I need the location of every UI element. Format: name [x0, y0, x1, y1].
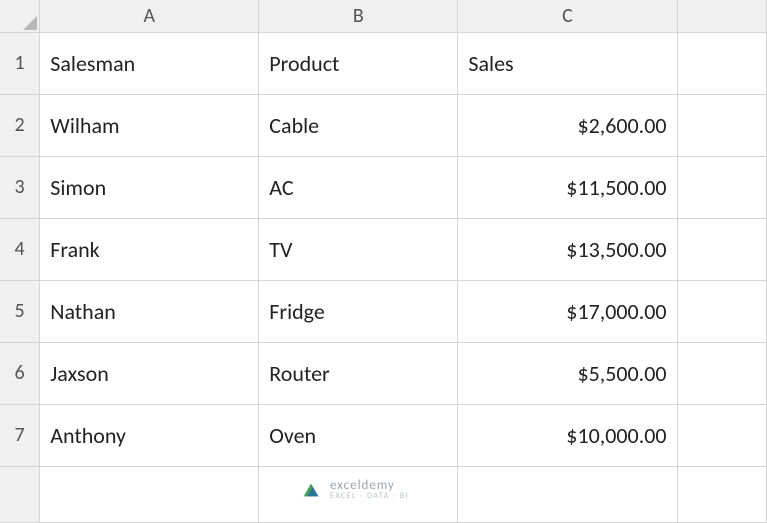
cell-a6[interactable]: Jaxson	[40, 342, 259, 404]
table-row	[0, 466, 767, 522]
cell-b8[interactable]	[259, 466, 458, 522]
cell-c4[interactable]: $13,500.00	[458, 218, 677, 280]
row-header-5[interactable]: 5	[0, 280, 40, 342]
cell-c1[interactable]: Sales	[458, 32, 677, 94]
row-header-1[interactable]: 1	[0, 32, 40, 94]
cell-c2[interactable]: $2,600.00	[458, 94, 677, 156]
cell-b1[interactable]: Product	[259, 32, 458, 94]
col-header-d[interactable]	[677, 0, 766, 32]
cell-c8[interactable]	[458, 466, 677, 522]
table-row: 1 Salesman Product Sales	[0, 32, 767, 94]
cell-d1[interactable]	[677, 32, 766, 94]
column-header-row: A B C	[0, 0, 767, 32]
cell-a3[interactable]: Simon	[40, 156, 259, 218]
cell-b3[interactable]: AC	[259, 156, 458, 218]
table-row: 2 Wilham Cable $2,600.00	[0, 94, 767, 156]
cell-d7[interactable]	[677, 404, 766, 466]
row-header-8[interactable]	[0, 466, 40, 522]
table-row: 7 Anthony Oven $10,000.00	[0, 404, 767, 466]
cell-c7[interactable]: $10,000.00	[458, 404, 677, 466]
cell-d5[interactable]	[677, 280, 766, 342]
table-row: 6 Jaxson Router $5,500.00	[0, 342, 767, 404]
cell-b2[interactable]: Cable	[259, 94, 458, 156]
table-row: 5 Nathan Fridge $17,000.00	[0, 280, 767, 342]
cell-c6[interactable]: $5,500.00	[458, 342, 677, 404]
col-header-a[interactable]: A	[40, 0, 259, 32]
table-row: 3 Simon AC $11,500.00	[0, 156, 767, 218]
cell-a8[interactable]	[40, 466, 259, 522]
cell-b7[interactable]: Oven	[259, 404, 458, 466]
row-header-3[interactable]: 3	[0, 156, 40, 218]
cell-d4[interactable]	[677, 218, 766, 280]
cell-c5[interactable]: $17,000.00	[458, 280, 677, 342]
cell-b5[interactable]: Fridge	[259, 280, 458, 342]
table-row: 4 Frank TV $13,500.00	[0, 218, 767, 280]
row-header-2[interactable]: 2	[0, 94, 40, 156]
cell-d6[interactable]	[677, 342, 766, 404]
row-header-7[interactable]: 7	[0, 404, 40, 466]
select-all-corner[interactable]	[0, 0, 40, 32]
spreadsheet-grid[interactable]: A B C 1 Salesman Product Sales 2 Wilham …	[0, 0, 767, 523]
row-header-4[interactable]: 4	[0, 218, 40, 280]
cell-a5[interactable]: Nathan	[40, 280, 259, 342]
cell-a2[interactable]: Wilham	[40, 94, 259, 156]
cell-d8[interactable]	[677, 466, 766, 522]
col-header-b[interactable]: B	[259, 0, 458, 32]
col-header-c[interactable]: C	[458, 0, 677, 32]
cell-b6[interactable]: Router	[259, 342, 458, 404]
cell-a1[interactable]: Salesman	[40, 32, 259, 94]
cell-d3[interactable]	[677, 156, 766, 218]
cell-b4[interactable]: TV	[259, 218, 458, 280]
row-header-6[interactable]: 6	[0, 342, 40, 404]
cell-a4[interactable]: Frank	[40, 218, 259, 280]
cell-d2[interactable]	[677, 94, 766, 156]
cell-a7[interactable]: Anthony	[40, 404, 259, 466]
cell-c3[interactable]: $11,500.00	[458, 156, 677, 218]
